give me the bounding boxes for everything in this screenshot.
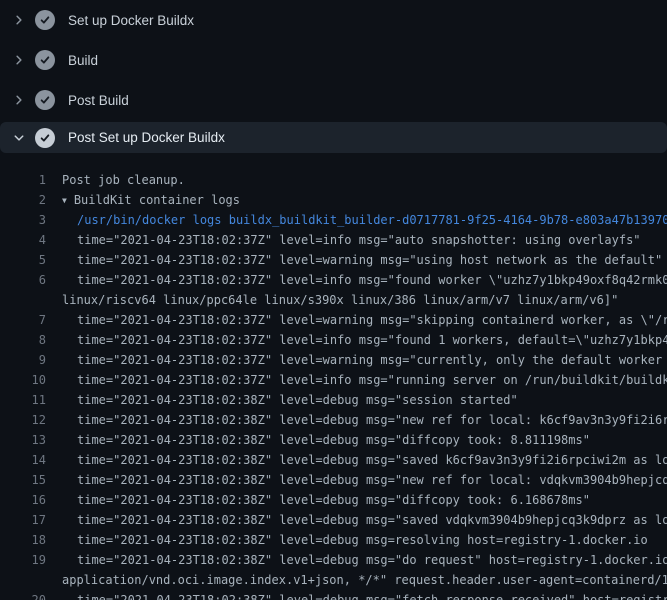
log-line: 1 ▼Post job cleanup.	[0, 170, 667, 190]
step-label: Post Build	[68, 93, 129, 108]
step-row-build[interactable]: Build	[0, 40, 667, 80]
step-row-post-build[interactable]: Post Build	[0, 80, 667, 120]
log-line-text: ▼application/vnd.oci.image.index.v1+json…	[46, 570, 667, 590]
log-line-text: ▼time="2021-04-23T18:02:37Z" level=warni…	[46, 250, 662, 270]
log-line-number[interactable]: 7	[0, 310, 46, 330]
log-line-number[interactable]: 17	[0, 510, 46, 530]
log-line: 14 ▼time="2021-04-23T18:02:38Z" level=de…	[0, 450, 667, 470]
log-line-text: ▼time="2021-04-23T18:02:38Z" level=debug…	[46, 410, 667, 430]
log-line-text: ▼time="2021-04-23T18:02:38Z" level=debug…	[46, 390, 518, 410]
chevron-down-icon	[13, 132, 25, 144]
check-circle-icon	[35, 128, 55, 148]
check-circle-icon	[35, 50, 55, 70]
log-line-number[interactable]: 20	[0, 590, 46, 600]
log-line-number[interactable]: 14	[0, 450, 46, 470]
log-line: 7 ▼time="2021-04-23T18:02:37Z" level=war…	[0, 310, 667, 330]
log-line-number[interactable]	[0, 290, 46, 310]
chevron-right-icon	[13, 94, 25, 106]
log-line-number[interactable]: 18	[0, 530, 46, 550]
log-line-number[interactable]: 16	[0, 490, 46, 510]
log-line: 15 ▼time="2021-04-23T18:02:38Z" level=de…	[0, 470, 667, 490]
log-line-text: ▼time="2021-04-23T18:02:38Z" level=debug…	[46, 490, 590, 510]
step-row-set-up-docker-buildx[interactable]: Set up Docker Buildx	[0, 0, 667, 40]
log-line: 16 ▼time="2021-04-23T18:02:38Z" level=de…	[0, 490, 667, 510]
log-line: 18 ▼time="2021-04-23T18:02:38Z" level=de…	[0, 530, 667, 550]
log-line: 3 ▼/usr/bin/docker logs buildx_buildkit_…	[0, 210, 667, 230]
collapse-triangle-icon[interactable]: ▼	[62, 196, 67, 205]
log-viewer: 1 ▼Post job cleanup. 2 ▼BuildKit contain…	[0, 170, 667, 600]
log-line-text: ▼time="2021-04-23T18:02:37Z" level=info …	[46, 270, 667, 290]
log-line: 9 ▼time="2021-04-23T18:02:37Z" level=war…	[0, 350, 667, 370]
log-line-text: ▼time="2021-04-23T18:02:37Z" level=warni…	[46, 350, 667, 370]
log-line-text: ▼time="2021-04-23T18:02:38Z" level=debug…	[46, 430, 590, 450]
log-line-number[interactable]: 2	[0, 190, 46, 210]
log-line: 5 ▼time="2021-04-23T18:02:37Z" level=war…	[0, 250, 667, 270]
log-line-number[interactable]: 4	[0, 230, 46, 250]
log-line: ▼application/vnd.oci.image.index.v1+json…	[0, 570, 667, 590]
log-line: 4 ▼time="2021-04-23T18:02:37Z" level=inf…	[0, 230, 667, 250]
step-row-post-set-up-docker-buildx[interactable]: Post Set up Docker Buildx	[0, 122, 667, 153]
log-line-number[interactable]: 11	[0, 390, 46, 410]
log-line: 12 ▼time="2021-04-23T18:02:38Z" level=de…	[0, 410, 667, 430]
log-line: 13 ▼time="2021-04-23T18:02:38Z" level=de…	[0, 430, 667, 450]
log-line-number[interactable]: 15	[0, 470, 46, 490]
log-line: 19 ▼time="2021-04-23T18:02:38Z" level=de…	[0, 550, 667, 570]
log-line-text: ▼linux/riscv64 linux/ppc64le linux/s390x…	[46, 290, 618, 310]
log-line-text: ▼time="2021-04-23T18:02:38Z" level=debug…	[46, 590, 667, 600]
log-line-text: ▼Post job cleanup.	[46, 170, 185, 190]
log-line-text: ▼time="2021-04-23T18:02:38Z" level=debug…	[46, 510, 667, 530]
log-line: 8 ▼time="2021-04-23T18:02:37Z" level=inf…	[0, 330, 667, 350]
log-line-number[interactable]: 19	[0, 550, 46, 570]
log-line-number[interactable]: 6	[0, 270, 46, 290]
log-line: 17 ▼time="2021-04-23T18:02:38Z" level=de…	[0, 510, 667, 530]
log-line: 6 ▼time="2021-04-23T18:02:37Z" level=inf…	[0, 270, 667, 290]
log-line-text: ▼time="2021-04-23T18:02:37Z" level=warni…	[46, 310, 667, 330]
log-line-text: ▼time="2021-04-23T18:02:37Z" level=info …	[46, 370, 667, 390]
step-label: Build	[68, 53, 98, 68]
log-line: 20 ▼time="2021-04-23T18:02:38Z" level=de…	[0, 590, 667, 600]
log-line-number[interactable]: 1	[0, 170, 46, 190]
log-line-number[interactable]: 9	[0, 350, 46, 370]
log-line-text: ▼/usr/bin/docker logs buildx_buildkit_bu…	[46, 210, 667, 230]
step-label: Post Set up Docker Buildx	[68, 130, 225, 145]
log-line-number[interactable]: 5	[0, 250, 46, 270]
chevron-right-icon	[13, 14, 25, 26]
log-line-number[interactable]: 8	[0, 330, 46, 350]
log-line-number[interactable]: 10	[0, 370, 46, 390]
log-line: ▼linux/riscv64 linux/ppc64le linux/s390x…	[0, 290, 667, 310]
log-line-number[interactable]: 12	[0, 410, 46, 430]
log-line: 11 ▼time="2021-04-23T18:02:38Z" level=de…	[0, 390, 667, 410]
workflow-steps-list: Set up Docker Buildx Build Post Build Po…	[0, 0, 667, 153]
log-line-text: ▼time="2021-04-23T18:02:38Z" level=debug…	[46, 530, 648, 550]
log-line-text[interactable]: ▼BuildKit container logs	[46, 190, 240, 210]
log-line: 10 ▼time="2021-04-23T18:02:37Z" level=in…	[0, 370, 667, 390]
chevron-right-icon	[13, 54, 25, 66]
log-line-text: ▼time="2021-04-23T18:02:38Z" level=debug…	[46, 470, 667, 490]
log-line-text: ▼time="2021-04-23T18:02:37Z" level=info …	[46, 230, 641, 250]
check-circle-icon	[35, 10, 55, 30]
log-line-text: ▼time="2021-04-23T18:02:37Z" level=info …	[46, 330, 667, 350]
log-line: 2 ▼BuildKit container logs	[0, 190, 667, 210]
log-line-text: ▼time="2021-04-23T18:02:38Z" level=debug…	[46, 450, 667, 470]
step-label: Set up Docker Buildx	[68, 13, 194, 28]
check-circle-icon	[35, 90, 55, 110]
log-line-number[interactable]: 3	[0, 210, 46, 230]
log-line-number[interactable]: 13	[0, 430, 46, 450]
log-line-text: ▼time="2021-04-23T18:02:38Z" level=debug…	[46, 550, 667, 570]
log-line-number[interactable]	[0, 570, 46, 590]
